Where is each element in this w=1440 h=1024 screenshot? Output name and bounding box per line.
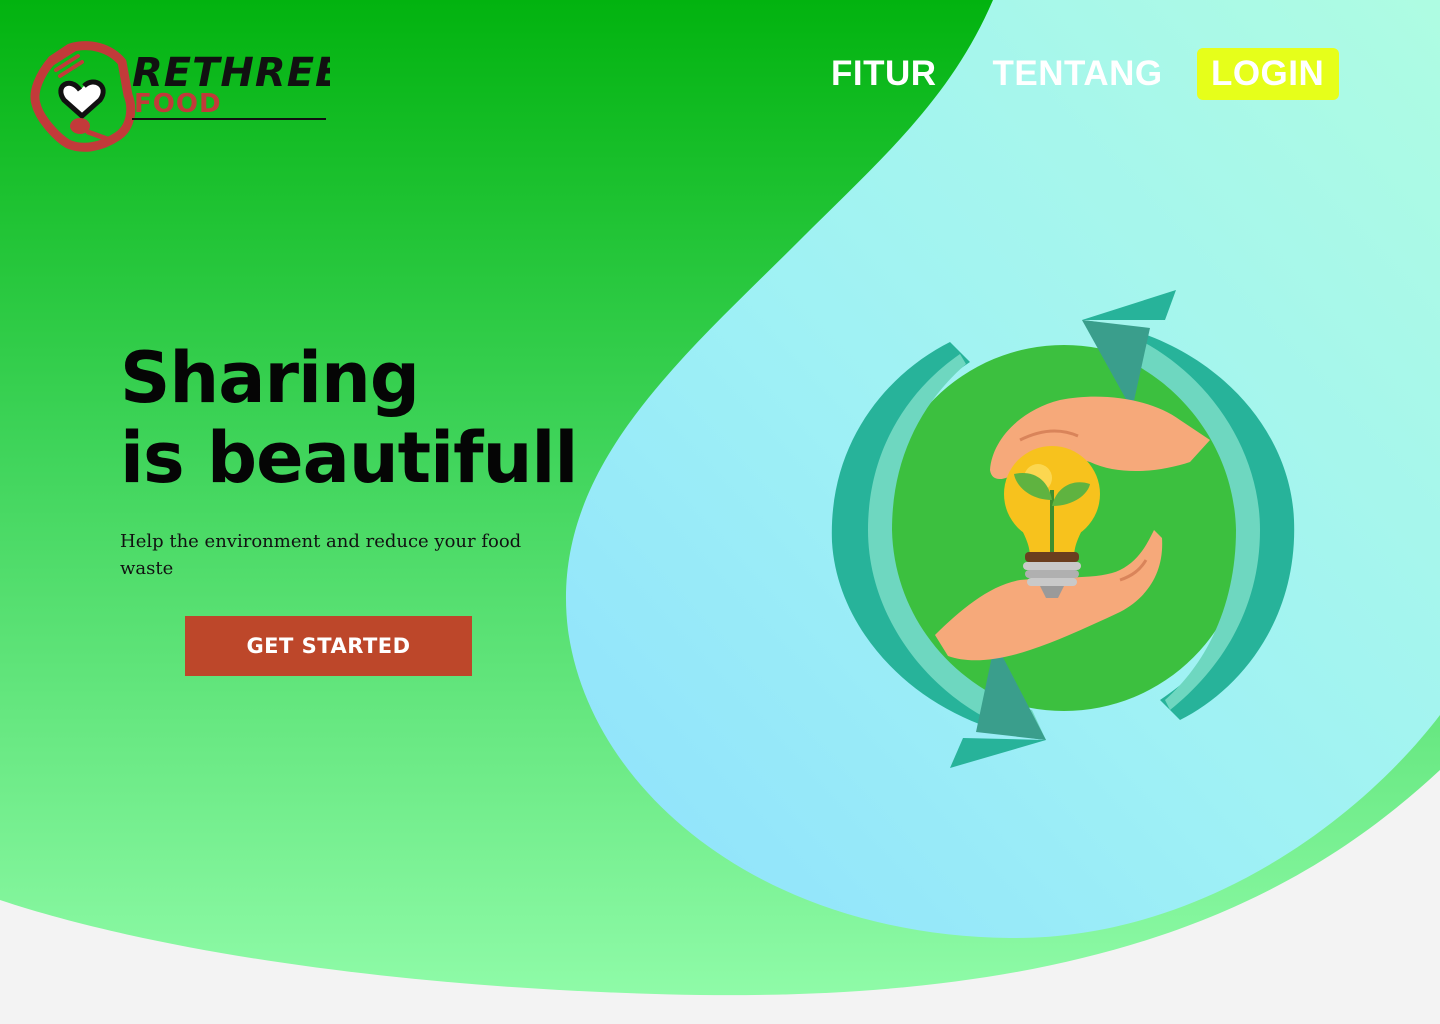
nav-link-tentang[interactable]: TENTANG	[993, 48, 1163, 100]
top-nav: FITUR TENTANG LOGIN	[820, 48, 1339, 100]
hero-title-line2: is beautifull	[120, 417, 578, 499]
hero-title-line1: Sharing	[120, 337, 420, 419]
recycle-hands-illustration	[820, 280, 1310, 780]
login-button[interactable]: LOGIN	[1196, 48, 1339, 100]
heart-fork-spoon-icon	[30, 41, 136, 152]
hero-title: Sharing is beautifull	[120, 337, 578, 499]
landing-page: RETHREE FOOD FITUR TENTANG LOGIN Sharing…	[0, 0, 1440, 1024]
get-started-button[interactable]: GET STARTED	[185, 616, 472, 676]
recycle-arrows-hands-lightbulb-icon	[831, 290, 1295, 768]
brand-logo[interactable]: RETHREE FOOD	[30, 40, 330, 152]
nav-link-fitur[interactable]: FITUR	[831, 48, 937, 100]
brand-name-line2: FOOD	[134, 89, 222, 119]
hero-subtitle: Help the environment and reduce your foo…	[120, 531, 522, 579]
